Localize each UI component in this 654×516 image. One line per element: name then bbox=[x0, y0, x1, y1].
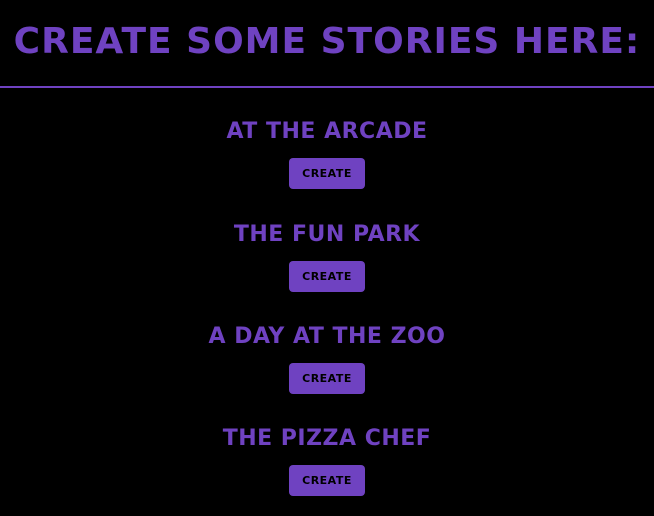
story-card-fun-park: THE FUN PARK CREATE bbox=[0, 221, 654, 292]
story-title: AT THE ARCADE bbox=[226, 119, 428, 144]
header: CREATE SOME STORIES HERE: bbox=[0, 0, 654, 86]
create-pizza-chef-button[interactable]: CREATE bbox=[289, 465, 365, 496]
story-title: THE PIZZA CHEF bbox=[222, 426, 432, 451]
create-arcade-button[interactable]: CREATE bbox=[289, 158, 365, 189]
story-card-zoo: A DAY AT THE ZOO CREATE bbox=[0, 323, 654, 394]
story-title: A DAY AT THE ZOO bbox=[208, 324, 446, 349]
create-fun-park-button[interactable]: CREATE bbox=[289, 261, 365, 292]
page: CREATE SOME STORIES HERE: AT THE ARCADE … bbox=[0, 0, 654, 516]
story-card-arcade: AT THE ARCADE CREATE bbox=[0, 118, 654, 189]
story-card-pizza-chef: THE PIZZA CHEF CREATE bbox=[0, 425, 654, 496]
create-zoo-button[interactable]: CREATE bbox=[289, 363, 365, 394]
page-title: CREATE SOME STORIES HERE: bbox=[13, 20, 641, 62]
header-divider bbox=[0, 86, 654, 88]
story-title: THE FUN PARK bbox=[233, 222, 421, 247]
